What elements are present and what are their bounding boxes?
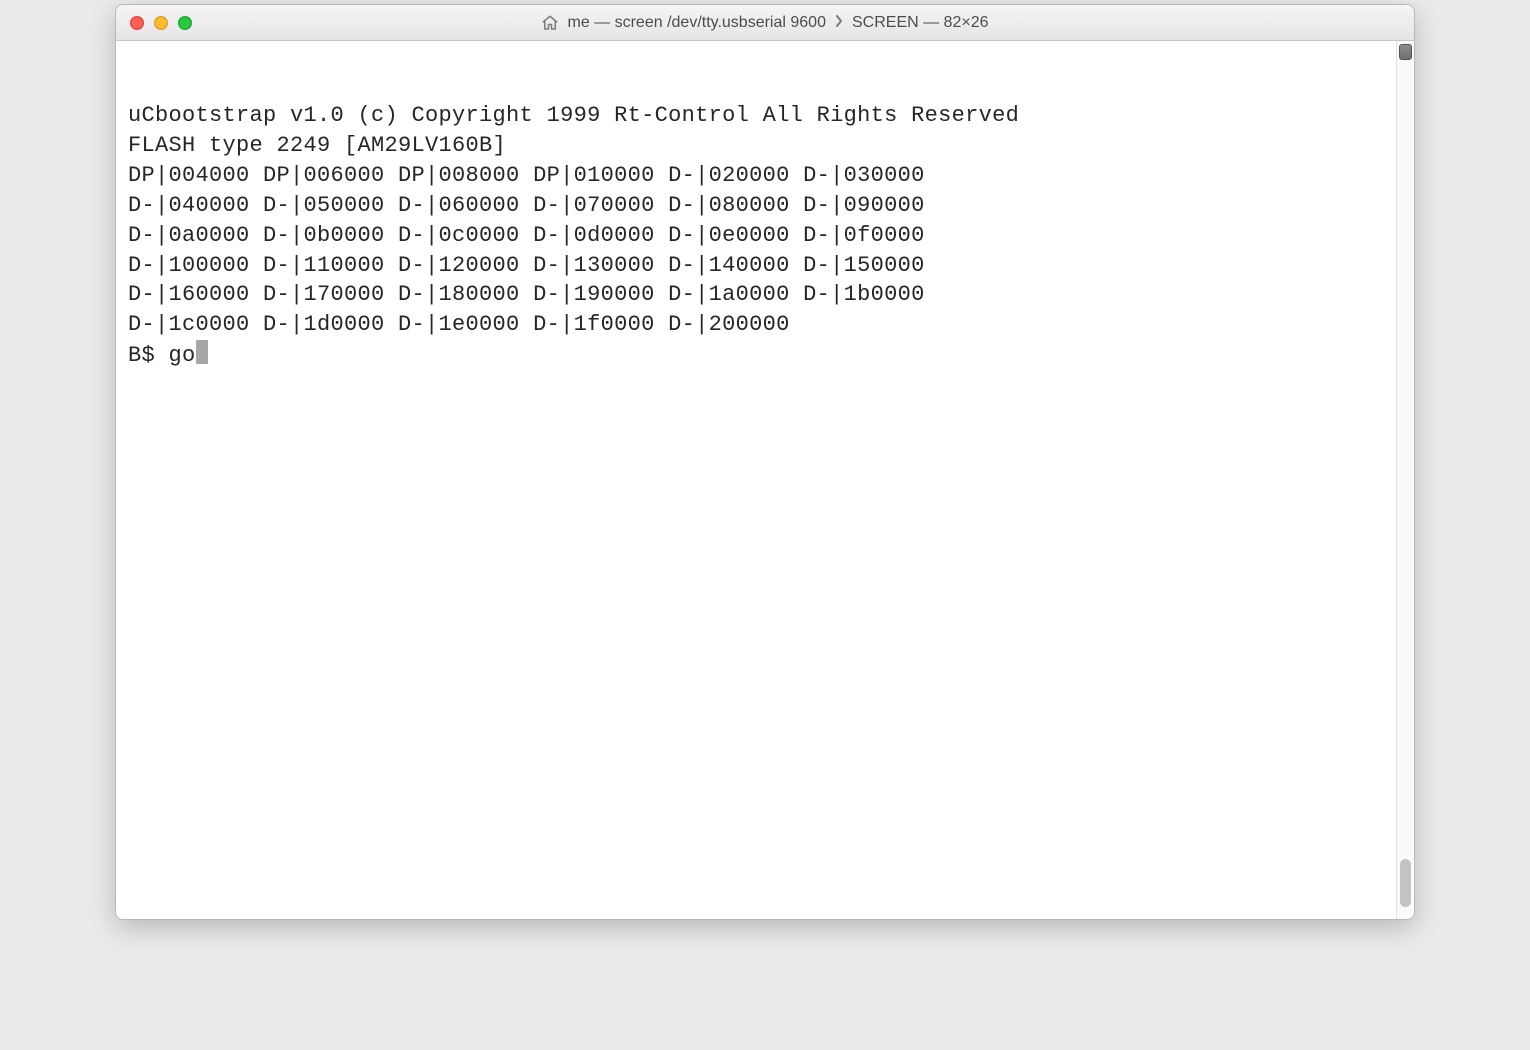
scroll-thumb[interactable] [1400,859,1411,907]
minimize-button[interactable] [154,16,168,30]
chevron-right-icon [834,14,844,32]
terminal-line: FLASH type 2249 [AM29LV160B] [128,131,1388,161]
terminal-line: D-|1c0000 D-|1d0000 D-|1e0000 D-|1f0000 … [128,310,1388,340]
title-text-left: me — screen /dev/tty.usbserial 9600 [567,14,826,32]
zoom-button[interactable] [178,16,192,30]
window-body: uCbootstrap v1.0 (c) Copyright 1999 Rt-C… [116,41,1414,919]
terminal-line: D-|100000 D-|110000 D-|120000 D-|130000 … [128,251,1388,281]
terminal-line: uCbootstrap v1.0 (c) Copyright 1999 Rt-C… [128,101,1388,131]
terminal-line: D-|160000 D-|170000 D-|180000 D-|190000 … [128,280,1388,310]
home-icon [541,14,559,32]
terminal-viewport[interactable]: uCbootstrap v1.0 (c) Copyright 1999 Rt-C… [116,41,1396,919]
prompt-line: B$ go [128,340,1388,371]
vertical-scrollbar[interactable] [1396,41,1414,919]
titlebar[interactable]: me — screen /dev/tty.usbserial 9600 SCRE… [116,5,1414,41]
window-title: me — screen /dev/tty.usbserial 9600 SCRE… [541,14,988,32]
scroll-top-indicator[interactable] [1399,44,1412,60]
terminal-line: D-|040000 D-|050000 D-|060000 D-|070000 … [128,191,1388,221]
close-button[interactable] [130,16,144,30]
cursor-block [196,340,208,364]
entered-command: go [169,343,196,368]
terminal-window: me — screen /dev/tty.usbserial 9600 SCRE… [115,4,1415,920]
prompt: B$ [128,343,169,368]
title-text-right: SCREEN — 82×26 [852,14,989,32]
terminal-line: DP|004000 DP|006000 DP|008000 DP|010000 … [128,161,1388,191]
terminal-line: D-|0a0000 D-|0b0000 D-|0c0000 D-|0d0000 … [128,221,1388,251]
traffic-lights [130,16,192,30]
